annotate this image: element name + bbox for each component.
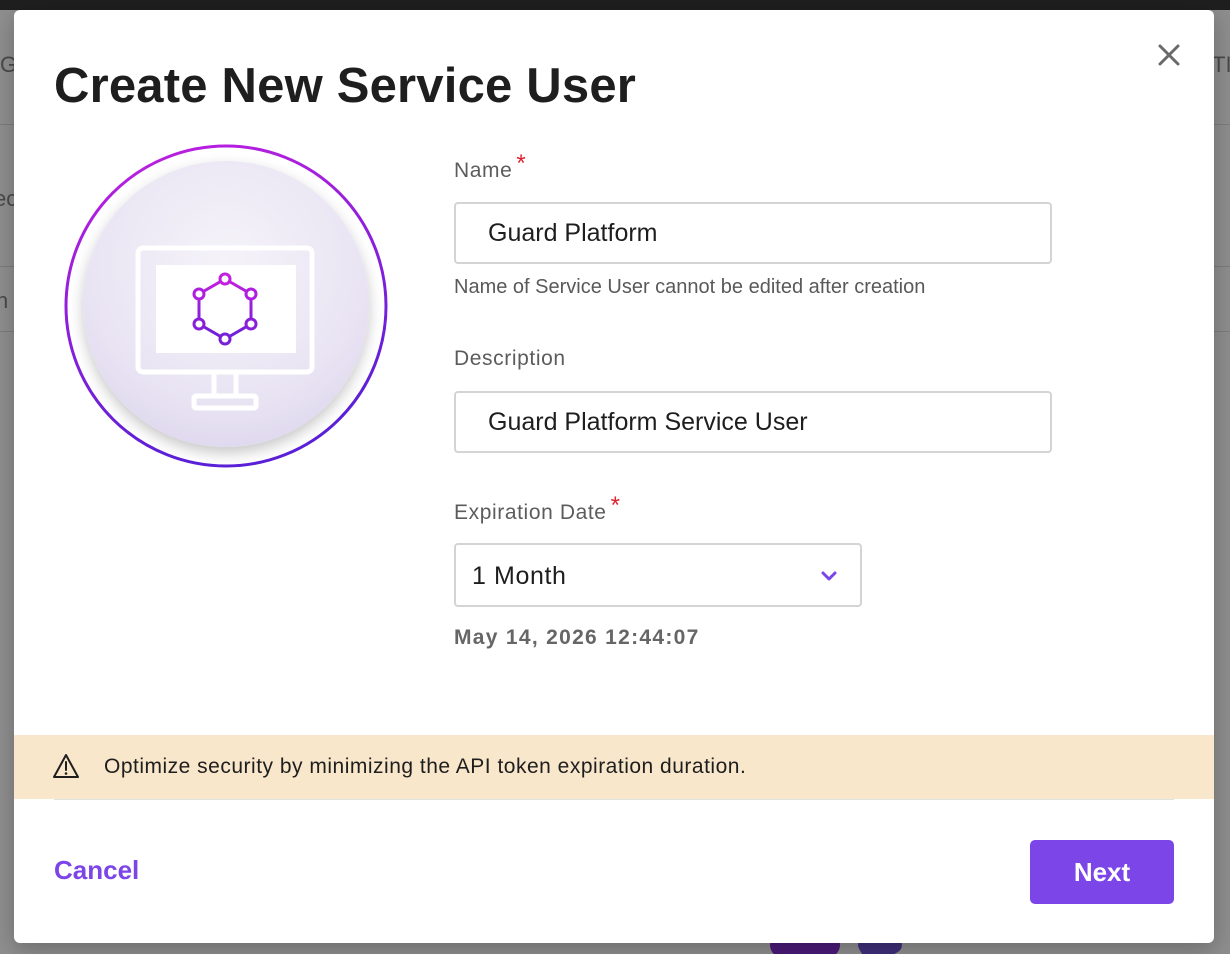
expiration-select[interactable]: 1 Month — [454, 543, 862, 607]
expiration-date-value: May 14, 2026 12:44:07 — [454, 626, 700, 649]
expiration-selected-value: 1 Month — [472, 562, 567, 590]
required-marker: * — [610, 492, 621, 519]
description-label: Description — [454, 347, 566, 371]
next-button[interactable]: Next — [1030, 840, 1174, 904]
top-bar — [0, 0, 1230, 10]
service-user-monitor-icon — [64, 144, 388, 468]
create-service-user-dialog: Create New Service User Name * Guard Pla… — [14, 10, 1214, 943]
name-input[interactable] — [454, 202, 1052, 264]
background-divider — [0, 124, 14, 125]
service-user-illustration — [62, 142, 390, 470]
name-label: Name * — [454, 150, 526, 184]
background-text: n — [0, 288, 9, 313]
background-divider — [0, 266, 14, 267]
security-warning-banner: Optimize security by minimizing the API … — [14, 735, 1214, 799]
required-marker: * — [516, 150, 527, 177]
dialog-title: Create New Service User — [54, 59, 637, 113]
close-icon — [1158, 44, 1180, 66]
background-divider — [0, 331, 14, 332]
description-input[interactable] — [454, 391, 1052, 453]
expiration-label: Expiration Date * — [454, 492, 621, 526]
name-label-text: Name — [454, 159, 513, 182]
footer-divider — [54, 799, 1174, 800]
warning-triangle-icon — [53, 754, 79, 778]
close-button[interactable] — [1154, 40, 1184, 70]
chevron-down-icon — [821, 571, 837, 581]
background-page — [0, 10, 14, 954]
name-helper-text: Name of Service User cannot be edited af… — [454, 276, 926, 298]
background-divider — [1214, 266, 1230, 267]
background-divider — [1214, 124, 1230, 125]
expiration-label-text: Expiration Date — [454, 501, 607, 524]
background-text: TI — [1212, 52, 1230, 77]
description-label-text: Description — [454, 347, 566, 370]
background-divider — [1214, 331, 1230, 332]
warning-text: Optimize security by minimizing the API … — [104, 755, 747, 778]
cancel-button[interactable]: Cancel — [54, 855, 139, 886]
